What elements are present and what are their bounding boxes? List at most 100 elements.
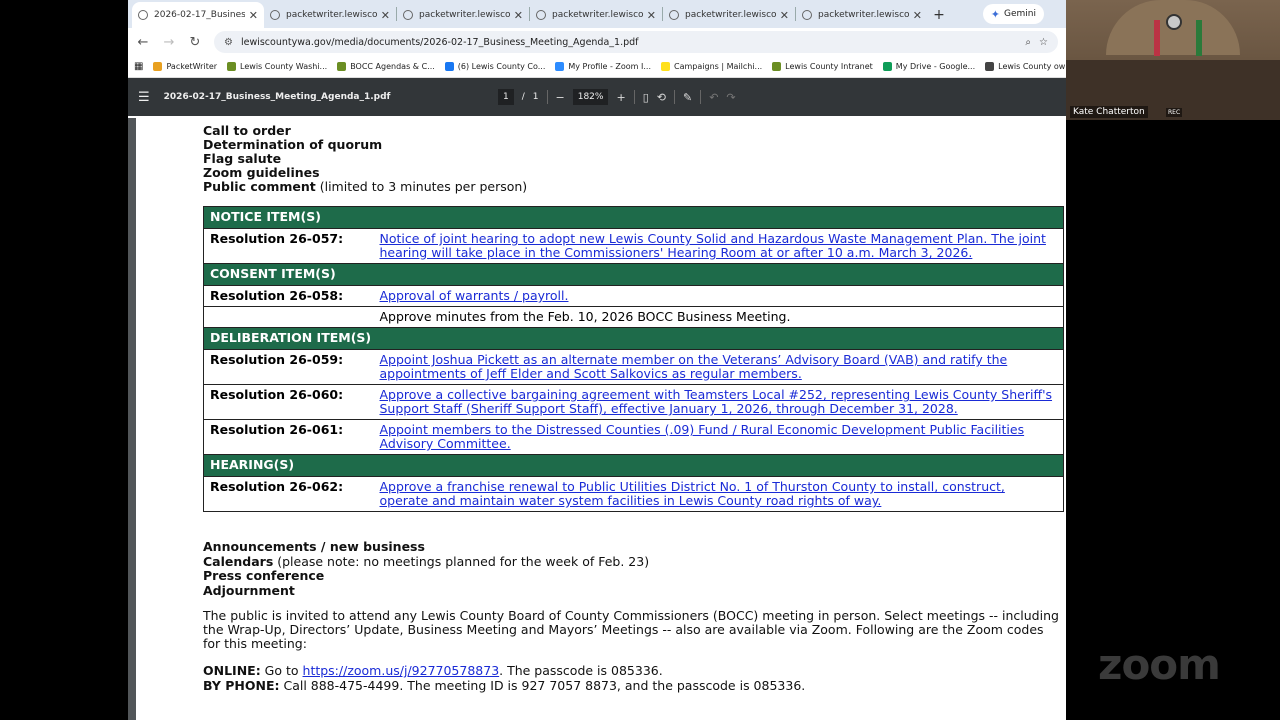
redo-icon[interactable]: ↷ [726,91,735,104]
back-icon[interactable]: ← [136,35,150,50]
agenda-line-title: Announcements / new business [203,539,425,554]
bookmark-label: My Drive - Google... [895,62,976,71]
online-label: ONLINE: [203,663,261,678]
new-tab-button[interactable]: + [928,2,950,28]
globe-icon [138,10,148,20]
divider [633,90,635,104]
table-row: Resolution 26-058: Approval of warrants … [203,285,1064,307]
agenda-line-title: Calendars [203,553,274,569]
public-invite-text: The public is invited to attend any Lewi… [203,608,1059,651]
agenda-line-title: Press conference [203,568,325,583]
tab-3[interactable]: packetwriter.lewiscounty ✕ [530,2,662,28]
resolution-link-061[interactable]: Appoint members to the Distressed Counti… [380,422,1025,451]
agenda-line: Call to order [203,124,527,138]
bookmark-favicon-icon [555,62,565,71]
bookmark-item[interactable]: My Drive - Google... [882,62,976,71]
resolution-link-059[interactable]: Appoint Joshua Pickett as an alternate m… [380,352,1008,381]
bookmark-favicon-icon [661,62,670,71]
section-header-notice: NOTICE ITEM(S) [203,206,1064,229]
table-row: Approve minutes from the Feb. 10, 2026 B… [203,306,1064,328]
annotate-icon[interactable]: ✎ [683,91,692,104]
browser-window: 2026-02-17_Business_Meeting_Agenda_1.pdf… [128,0,1066,720]
zoom-meeting-link[interactable]: https://zoom.us/j/92770578873 [303,663,500,678]
tab-strip: 2026-02-17_Business_Meeting_Agenda_1.pdf… [128,0,1066,28]
tab-label: packetwriter.lewiscounty [818,10,909,20]
bookmark-item[interactable]: (6) Lewis County Co... [444,62,545,71]
bookmark-star-icon[interactable]: ☆ [1039,37,1048,48]
resolution-link-062[interactable]: Approve a franchise renewal to Public Ut… [380,479,1005,508]
pdf-filename: 2026-02-17_Business_Meeting_Agenda_1.pdf [163,92,391,102]
tab-1[interactable]: packetwriter.lewiscounty ✕ [264,2,396,28]
page-number-input[interactable]: 1 [498,89,514,105]
resolution-link-060[interactable]: Approve a collective bargaining agreemen… [380,387,1053,416]
resolution-number: Resolution 26-062: [203,476,374,512]
empty-cell [203,306,374,328]
browser-toolbar: ← → ↻ ⚙ lewiscountywa.gov/media/document… [128,28,1066,56]
bookmark-favicon-icon [882,62,892,71]
bookmark-label: My Profile - Zoom I... [568,62,651,71]
rotate-icon[interactable]: ⟲ [657,91,666,104]
agenda-line-title: Zoom guidelines [203,165,320,180]
close-icon[interactable]: ✕ [913,9,922,22]
gemini-label: Gemini [1004,9,1036,19]
bookmark-item[interactable]: PacketWriter [153,62,217,71]
tab-4[interactable]: packetwriter.lewiscounty ✕ [663,2,795,28]
resolution-link-057[interactable]: Notice of joint hearing to adopt new Lew… [380,231,1046,260]
globe-icon [403,10,413,20]
agenda-line-title: Flag salute [203,151,282,166]
bookmark-favicon-icon [153,62,163,71]
apps-icon[interactable]: ▦ [134,61,143,72]
site-info-icon[interactable]: ⚙ [224,37,233,48]
bookmark-item[interactable]: Campaigns | Mailchi... [661,62,762,71]
tab-2[interactable]: packetwriter.lewiscounty ✕ [397,2,529,28]
bookmark-item[interactable]: BOCC Agendas & C... [337,62,435,71]
zoom-lens-icon[interactable]: ⌕ [1025,37,1031,48]
table-row: Resolution 26-061: Appoint members to th… [203,419,1064,455]
tab-5[interactable]: packetwriter.lewiscounty ✕ [796,2,928,28]
zoom-out-icon[interactable]: − [556,91,565,104]
close-icon[interactable]: ✕ [780,9,789,22]
url-text: lewiscountywa.gov/media/documents/2026-0… [240,36,639,48]
bookmark-label: PacketWriter [166,62,218,71]
bookmark-item[interactable]: My Profile - Zoom I... [555,62,651,71]
menu-icon[interactable]: ☰ [138,90,150,105]
bookmark-item[interactable]: Lewis County ownCl... [985,62,1066,71]
close-icon[interactable]: ✕ [514,9,523,22]
fit-page-icon[interactable]: ▯ [643,91,649,104]
pdf-toolbar: ☰ 2026-02-17_Business_Meeting_Agenda_1.p… [128,78,1066,116]
zoom-level-input[interactable]: 182% [572,89,609,105]
gemini-button[interactable]: ✦ Gemini [982,4,1044,24]
resolution-number: Resolution 26-057: [203,228,374,264]
tab-label: packetwriter.lewiscounty [552,10,643,20]
forward-icon[interactable]: → [162,35,176,50]
divider [700,90,702,104]
agenda-line-title: Public comment [203,179,316,194]
tab-0[interactable]: 2026-02-17_Business_Meeting_Agenda_1.pdf… [132,2,264,28]
section-header-deliberation: DELIBERATION ITEM(S) [203,327,1064,350]
bookmark-item[interactable]: Lewis County Washi... [227,62,327,71]
bookmark-label: BOCC Agendas & C... [350,62,435,71]
undo-icon[interactable]: ↶ [709,91,718,104]
table-row: Resolution 26-060: Approve a collective … [203,384,1064,420]
resolution-number: Resolution 26-060: [203,384,374,420]
flag-icon [1196,20,1202,56]
bookmark-item[interactable]: Lewis County Intranet [772,62,873,71]
reload-icon[interactable]: ↻ [188,35,202,50]
zoom-in-icon[interactable]: + [616,91,625,104]
divider [673,90,675,104]
page-separator: / [521,92,525,102]
bookmark-label: Lewis County Washi... [240,62,328,71]
flag-icon [1154,20,1160,56]
resolution-link-058[interactable]: Approval of warrants / payroll. [380,288,569,303]
phone-label: BY PHONE: [203,678,280,693]
address-bar[interactable]: ⚙ lewiscountywa.gov/media/documents/2026… [214,31,1058,53]
close-icon[interactable]: ✕ [381,9,390,22]
close-icon[interactable]: ✕ [249,9,258,22]
close-icon[interactable]: ✕ [647,9,656,22]
participant-video-tile: Kate Chatterton REC [1066,0,1280,120]
bookmark-favicon-icon [772,62,782,71]
pdf-viewport: Call to order Determination of quorum Flag… [128,118,1066,720]
agenda-line-note: (limited to 3 minutes per person) [315,179,528,194]
tab-label: 2026-02-17_Business_Meeting_Agenda_1.pdf [154,10,245,20]
agenda-line-title: Determination of quorum [203,137,383,152]
